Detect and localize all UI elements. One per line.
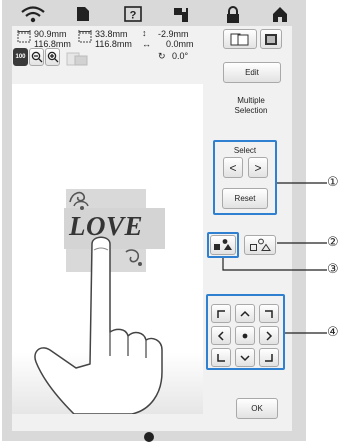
callout-lines <box>222 182 327 334</box>
callout-3: ③ <box>327 262 339 277</box>
callout-2: ② <box>327 235 339 250</box>
callout-1: ① <box>327 175 339 190</box>
callout-4: ④ <box>327 325 339 340</box>
